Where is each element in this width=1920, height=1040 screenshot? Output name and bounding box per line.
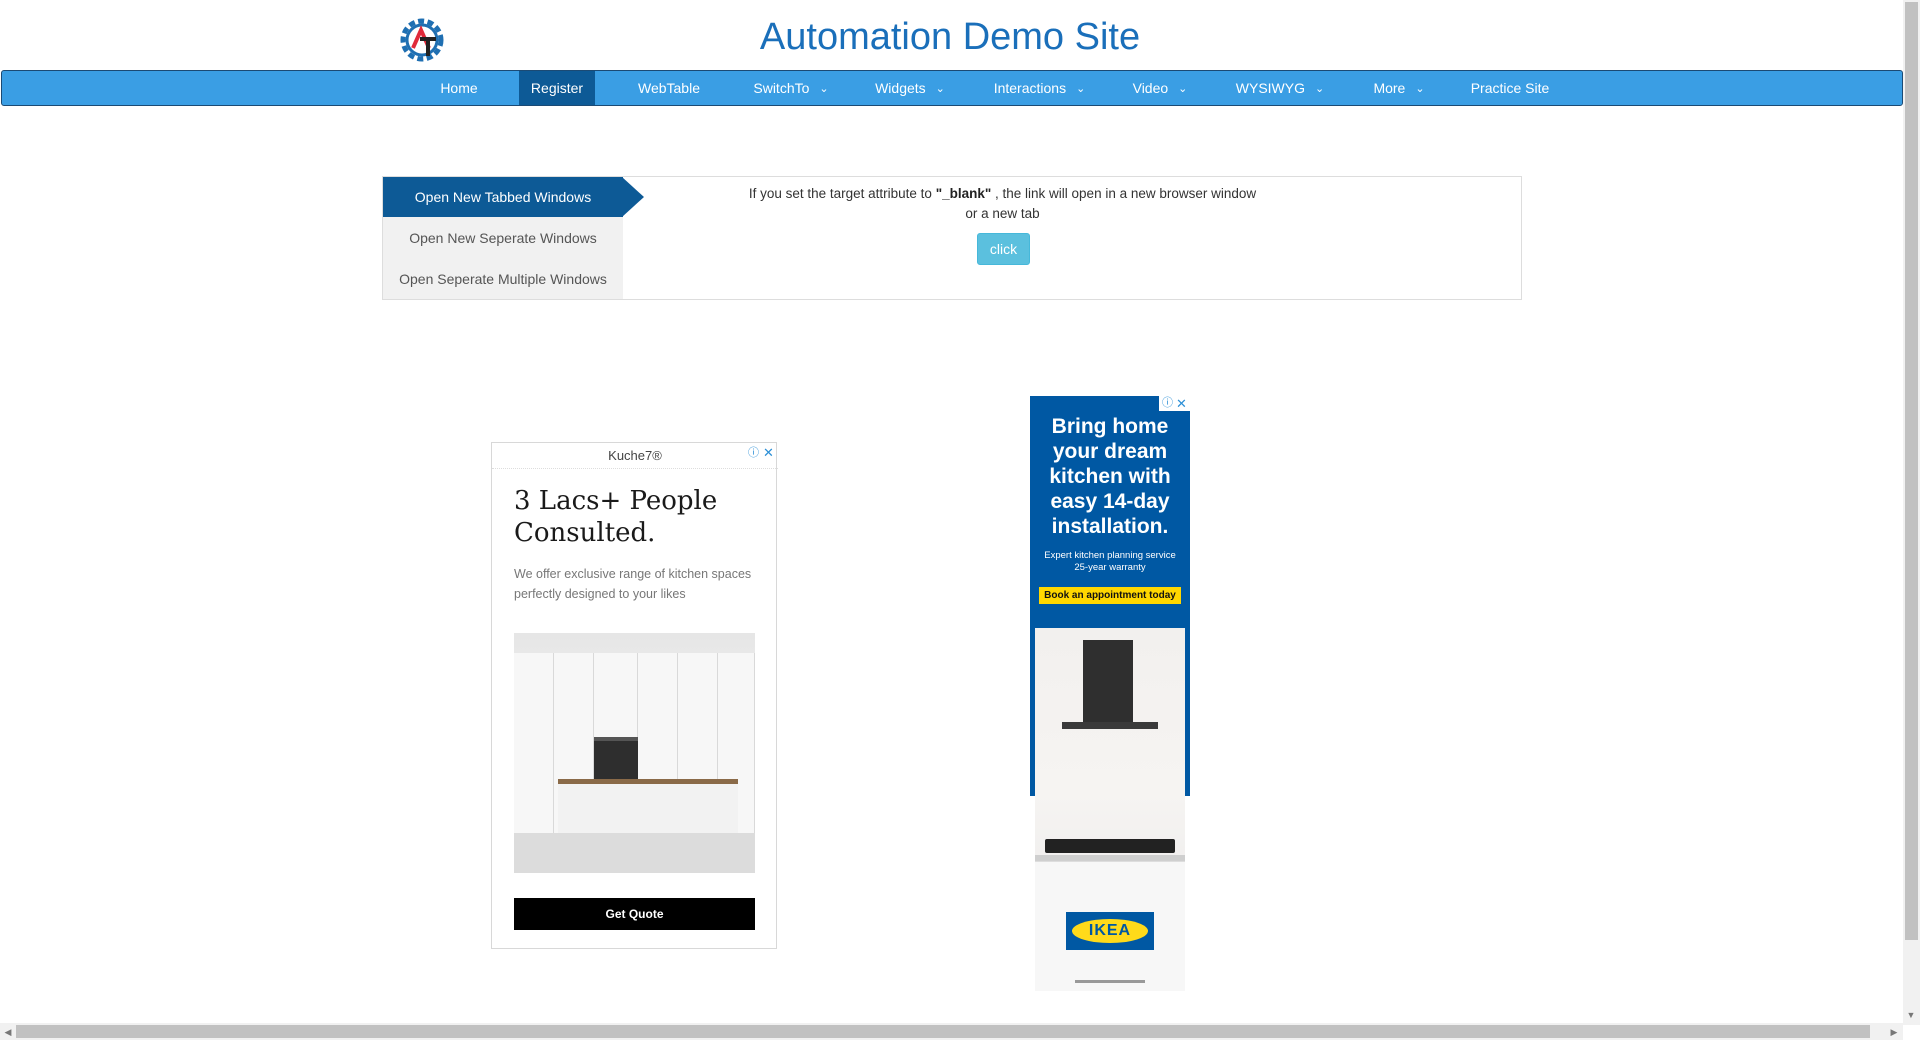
nav-label: More bbox=[1373, 80, 1406, 96]
nav-home[interactable]: Home bbox=[420, 71, 498, 105]
nav-switchto[interactable]: SwitchTo ⌄ bbox=[736, 71, 846, 105]
tab-label: Open New Tabbed Windows bbox=[414, 189, 592, 205]
tab-description: If you set the target attribute to "_bla… bbox=[730, 184, 1275, 224]
ikea-logo: IKEA bbox=[1066, 912, 1154, 950]
active-tab-arrow bbox=[622, 177, 644, 217]
click-button[interactable]: click bbox=[977, 233, 1030, 265]
nav-widgets[interactable]: Widgets ⌄ bbox=[860, 71, 960, 105]
description-line2: or a new tab bbox=[965, 206, 1040, 221]
chevron-down-icon: ⌄ bbox=[1076, 83, 1086, 95]
ad-brand: Kuche7® bbox=[492, 443, 778, 469]
main-navbar: Home Register WebTable SwitchTo ⌄ Widgets… bbox=[1, 70, 1903, 106]
get-quote-button[interactable]: Get Quote bbox=[514, 898, 755, 930]
ikea-logo-text: IKEA bbox=[1072, 919, 1148, 943]
ad-headline: 3 Lacs+ People Consulted. bbox=[514, 486, 718, 548]
nav-label: WebTable bbox=[637, 80, 700, 96]
description-prefix: If you set the target attribute to bbox=[748, 186, 936, 201]
scroll-down-arrow-icon[interactable]: ▼ bbox=[1903, 1007, 1919, 1023]
nav-label: WYSIWYG bbox=[1235, 80, 1305, 96]
nav-label: Home bbox=[440, 80, 478, 96]
ikea-kitchen-image: IKEA bbox=[1035, 628, 1185, 991]
description-suffix: , the link will open in a new browser wi… bbox=[991, 186, 1257, 201]
tab-label: Open Seperate Multiple Windows bbox=[399, 271, 607, 287]
nav-label: Interactions bbox=[993, 80, 1067, 96]
ad-controls: ⓘ ✕ bbox=[1159, 396, 1190, 411]
nav-video[interactable]: Video ⌄ bbox=[1120, 71, 1200, 105]
close-icon[interactable]: ✕ bbox=[1175, 397, 1188, 410]
site-logo[interactable] bbox=[396, 14, 448, 66]
nav-label: Practice Site bbox=[1470, 80, 1550, 96]
close-icon[interactable]: ✕ bbox=[762, 446, 775, 459]
site-title: Automation Demo Site bbox=[759, 16, 1141, 58]
ad-subline-1: Expert kitchen planning service bbox=[1044, 550, 1176, 561]
chevron-down-icon: ⌄ bbox=[1315, 83, 1325, 95]
nav-register[interactable]: Register bbox=[519, 71, 595, 105]
scroll-left-arrow-icon[interactable]: ◀ bbox=[0, 1024, 16, 1040]
tab-open-new-seperate-windows[interactable]: Open New Seperate Windows bbox=[383, 218, 623, 258]
nav-label: Register bbox=[530, 80, 584, 96]
ad-subline: Expert kitchen planning service 25-year … bbox=[1038, 550, 1182, 574]
scroll-right-arrow-icon[interactable]: ▶ bbox=[1886, 1024, 1902, 1040]
chevron-down-icon: ⌄ bbox=[1178, 83, 1188, 95]
nav-label: Widgets bbox=[875, 80, 926, 96]
ad-headline: Bring home your dream kitchen with easy … bbox=[1049, 415, 1171, 538]
tab-open-seperate-multiple-windows[interactable]: Open Seperate Multiple Windows bbox=[383, 259, 623, 299]
nav-webtable[interactable]: WebTable bbox=[619, 71, 719, 105]
nav-label: SwitchTo bbox=[753, 80, 810, 96]
horizontal-scroll-thumb[interactable] bbox=[16, 1025, 1870, 1038]
adchoices-icon[interactable]: ⓘ bbox=[747, 447, 760, 460]
nav-practice-site[interactable]: Practice Site bbox=[1462, 71, 1558, 105]
vertical-scroll-thumb[interactable] bbox=[1905, 2, 1918, 940]
tab-menu: Open New Tabbed Windows Open New Seperat… bbox=[383, 177, 623, 299]
nav-interactions[interactable]: Interactions ⌄ bbox=[982, 71, 1097, 105]
chevron-down-icon: ⌄ bbox=[819, 83, 829, 95]
page: Automation Demo Site Home Register WebTa… bbox=[0, 0, 1920, 1040]
tab-label: Open New Seperate Windows bbox=[409, 230, 597, 246]
ad-subline-2: 25-year warranty bbox=[1074, 562, 1146, 573]
adchoices-icon[interactable]: ⓘ bbox=[1161, 397, 1174, 410]
tab-open-new-tabbed-windows[interactable]: Open New Tabbed Windows bbox=[383, 177, 623, 217]
nav-wysiwyg[interactable]: WYSIWYG ⌄ bbox=[1224, 71, 1336, 105]
nav-label: Video bbox=[1132, 80, 1169, 96]
ad-body: We offer exclusive range of kitchen spac… bbox=[514, 567, 752, 601]
advertisement-kuche7[interactable]: Kuche7® ⓘ ✕ 3 Lacs+ People Consulted. We… bbox=[491, 442, 778, 949]
description-code: "_blank" bbox=[935, 186, 992, 201]
nav-more[interactable]: More ⌄ bbox=[1359, 71, 1439, 105]
book-appointment-button[interactable]: Book an appointment today bbox=[1039, 587, 1181, 604]
kitchen-image bbox=[514, 633, 755, 873]
chevron-down-icon: ⌄ bbox=[1415, 83, 1425, 95]
chevron-down-icon: ⌄ bbox=[935, 83, 945, 95]
